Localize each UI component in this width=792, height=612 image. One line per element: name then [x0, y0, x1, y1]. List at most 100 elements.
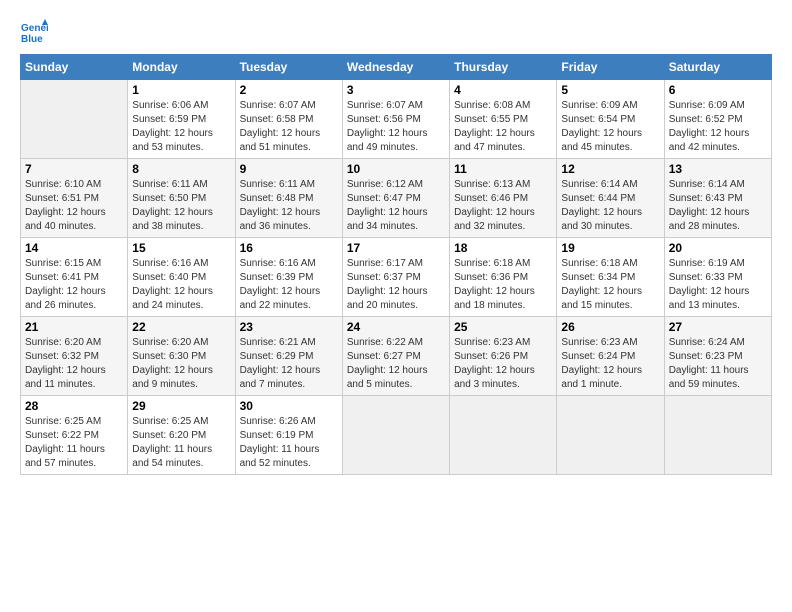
calendar-week-row: 7 Sunrise: 6:10 AM Sunset: 6:51 PM Daylig…: [21, 159, 772, 238]
day-number: 10: [347, 162, 445, 176]
day-info: Sunrise: 6:06 AM Sunset: 6:59 PM Dayligh…: [132, 99, 230, 155]
calendar-cell: 27Sunrise: 6:24 AM Sunset: 6:23 PM Dayli…: [664, 317, 771, 396]
calendar-cell: 22 Sunrise: 6:20 AM Sunset: 6:30 PM Dayli…: [128, 317, 235, 396]
calendar-cell: 25 Sunrise: 6:23 AM Sunset: 6:26 PM Dayli…: [450, 317, 557, 396]
day-number: 15: [132, 241, 230, 255]
day-info: Sunrise: 6:25 AM Sunset: 6:20 PM Dayligh…: [132, 415, 230, 471]
day-number: 9: [240, 162, 338, 176]
calendar-cell: [21, 80, 128, 159]
day-info: Sunrise: 6:26 AM Sunset: 6:19 PM Dayligh…: [240, 415, 338, 471]
day-info: Sunrise: 6:18 AM Sunset: 6:36 PM Dayligh…: [454, 257, 552, 313]
day-number: 29: [132, 399, 230, 413]
day-info: Sunrise: 6:23 AM Sunset: 6:24 PM Dayligh…: [561, 336, 659, 392]
calendar-week-row: 21 Sunrise: 6:20 AM Sunset: 6:32 PM Dayli…: [21, 317, 772, 396]
day-number: 16: [240, 241, 338, 255]
calendar-cell: 29 Sunrise: 6:25 AM Sunset: 6:20 PM Dayli…: [128, 396, 235, 475]
calendar-cell: 4 Sunrise: 6:08 AM Sunset: 6:55 PM Daylig…: [450, 80, 557, 159]
day-number: 2: [240, 83, 338, 97]
day-number: 20: [669, 241, 767, 255]
day-info: Sunrise: 6:17 AM Sunset: 6:37 PM Dayligh…: [347, 257, 445, 313]
calendar-cell: 12 Sunrise: 6:14 AM Sunset: 6:44 PM Dayli…: [557, 159, 664, 238]
calendar-cell: [664, 396, 771, 475]
day-number: 5: [561, 83, 659, 97]
calendar-cell: 15Sunrise: 6:16 AM Sunset: 6:40 PM Dayli…: [128, 238, 235, 317]
day-info: Sunrise: 6:09 AM Sunset: 6:52 PM Dayligh…: [669, 99, 767, 155]
day-number: 1: [132, 83, 230, 97]
day-info: Sunrise: 6:08 AM Sunset: 6:55 PM Dayligh…: [454, 99, 552, 155]
day-number: 30: [240, 399, 338, 413]
day-number: 19: [561, 241, 659, 255]
calendar-cell: 9Sunrise: 6:11 AM Sunset: 6:48 PM Daylig…: [235, 159, 342, 238]
calendar-cell: 13 Sunrise: 6:14 AM Sunset: 6:43 PM Dayli…: [664, 159, 771, 238]
day-info: Sunrise: 6:25 AM Sunset: 6:22 PM Dayligh…: [25, 415, 123, 471]
day-number: 3: [347, 83, 445, 97]
day-info: Sunrise: 6:15 AM Sunset: 6:41 PM Dayligh…: [25, 257, 123, 313]
svg-text:Blue: Blue: [21, 34, 43, 45]
day-info: Sunrise: 6:20 AM Sunset: 6:32 PM Dayligh…: [25, 336, 123, 392]
day-number: 28: [25, 399, 123, 413]
day-info: Sunrise: 6:22 AM Sunset: 6:27 PM Dayligh…: [347, 336, 445, 392]
day-number: 24: [347, 320, 445, 334]
calendar-week-row: 28 Sunrise: 6:25 AM Sunset: 6:22 PM Dayli…: [21, 396, 772, 475]
day-info: Sunrise: 6:14 AM Sunset: 6:44 PM Dayligh…: [561, 178, 659, 234]
day-info: Sunrise: 6:10 AM Sunset: 6:51 PM Dayligh…: [25, 178, 123, 234]
calendar-cell: 19Sunrise: 6:18 AM Sunset: 6:34 PM Dayli…: [557, 238, 664, 317]
day-number: 17: [347, 241, 445, 255]
calendar-cell: 1 Sunrise: 6:06 AM Sunset: 6:59 PM Daylig…: [128, 80, 235, 159]
day-number: 13: [669, 162, 767, 176]
day-info: Sunrise: 6:20 AM Sunset: 6:30 PM Dayligh…: [132, 336, 230, 392]
page-header: General Blue: [20, 18, 772, 46]
calendar-cell: [342, 396, 449, 475]
logo: General Blue: [20, 18, 48, 46]
calendar-cell: 10Sunrise: 6:12 AM Sunset: 6:47 PM Dayli…: [342, 159, 449, 238]
weekday-header-friday: Friday: [557, 55, 664, 80]
day-number: 22: [132, 320, 230, 334]
day-number: 23: [240, 320, 338, 334]
calendar-cell: 7 Sunrise: 6:10 AM Sunset: 6:51 PM Daylig…: [21, 159, 128, 238]
day-number: 18: [454, 241, 552, 255]
calendar-week-row: 1 Sunrise: 6:06 AM Sunset: 6:59 PM Daylig…: [21, 80, 772, 159]
calendar-cell: 14 Sunrise: 6:15 AM Sunset: 6:41 PM Dayli…: [21, 238, 128, 317]
calendar-cell: 18 Sunrise: 6:18 AM Sunset: 6:36 PM Dayli…: [450, 238, 557, 317]
day-number: 6: [669, 83, 767, 97]
calendar-cell: 2Sunrise: 6:07 AM Sunset: 6:58 PM Daylig…: [235, 80, 342, 159]
calendar-cell: 21 Sunrise: 6:20 AM Sunset: 6:32 PM Dayli…: [21, 317, 128, 396]
day-info: Sunrise: 6:16 AM Sunset: 6:39 PM Dayligh…: [240, 257, 338, 313]
weekday-header-saturday: Saturday: [664, 55, 771, 80]
day-number: 21: [25, 320, 123, 334]
day-number: 8: [132, 162, 230, 176]
logo-container: General Blue: [20, 18, 48, 46]
day-info: Sunrise: 6:13 AM Sunset: 6:46 PM Dayligh…: [454, 178, 552, 234]
logo-icon: General Blue: [20, 18, 48, 46]
day-info: Sunrise: 6:07 AM Sunset: 6:56 PM Dayligh…: [347, 99, 445, 155]
day-number: 12: [561, 162, 659, 176]
calendar-cell: [557, 396, 664, 475]
weekday-header-sunday: Sunday: [21, 55, 128, 80]
day-number: 7: [25, 162, 123, 176]
calendar-cell: 8 Sunrise: 6:11 AM Sunset: 6:50 PM Daylig…: [128, 159, 235, 238]
calendar-cell: 20 Sunrise: 6:19 AM Sunset: 6:33 PM Dayli…: [664, 238, 771, 317]
day-info: Sunrise: 6:21 AM Sunset: 6:29 PM Dayligh…: [240, 336, 338, 392]
weekday-header-tuesday: Tuesday: [235, 55, 342, 80]
day-number: 25: [454, 320, 552, 334]
weekday-header-wednesday: Wednesday: [342, 55, 449, 80]
calendar-cell: 3 Sunrise: 6:07 AM Sunset: 6:56 PM Daylig…: [342, 80, 449, 159]
calendar-cell: [450, 396, 557, 475]
calendar-cell: 24 Sunrise: 6:22 AM Sunset: 6:27 PM Dayli…: [342, 317, 449, 396]
calendar-cell: 28 Sunrise: 6:25 AM Sunset: 6:22 PM Dayli…: [21, 396, 128, 475]
day-number: 11: [454, 162, 552, 176]
calendar-header-row: SundayMondayTuesdayWednesdayThursdayFrid…: [21, 55, 772, 80]
weekday-header-thursday: Thursday: [450, 55, 557, 80]
day-info: Sunrise: 6:11 AM Sunset: 6:50 PM Dayligh…: [132, 178, 230, 234]
day-number: 26: [561, 320, 659, 334]
weekday-header-monday: Monday: [128, 55, 235, 80]
day-info: Sunrise: 6:14 AM Sunset: 6:43 PM Dayligh…: [669, 178, 767, 234]
day-number: 4: [454, 83, 552, 97]
day-number: 27: [669, 320, 767, 334]
calendar-week-row: 14 Sunrise: 6:15 AM Sunset: 6:41 PM Dayli…: [21, 238, 772, 317]
day-number: 14: [25, 241, 123, 255]
calendar-cell: 5Sunrise: 6:09 AM Sunset: 6:54 PM Daylig…: [557, 80, 664, 159]
day-info: Sunrise: 6:19 AM Sunset: 6:33 PM Dayligh…: [669, 257, 767, 313]
calendar-cell: 6 Sunrise: 6:09 AM Sunset: 6:52 PM Daylig…: [664, 80, 771, 159]
day-info: Sunrise: 6:23 AM Sunset: 6:26 PM Dayligh…: [454, 336, 552, 392]
